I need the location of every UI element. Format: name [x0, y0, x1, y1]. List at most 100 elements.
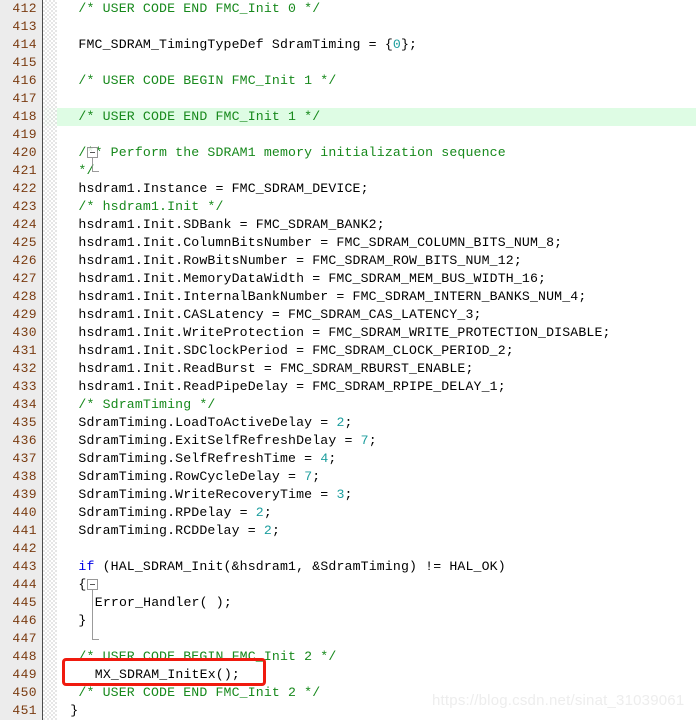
code-line[interactable]: /* USER CODE END FMC_Init 1 */	[78, 108, 320, 126]
code-token-plain: SdramTiming.RowCycleDelay =	[78, 469, 305, 484]
code-token-plain: (HAL_SDRAM_Init(&hsdram1, &SdramTiming) …	[94, 559, 506, 574]
code-line[interactable]: Error_Handler( );	[95, 594, 232, 612]
code-token-comment: /* USER CODE END FMC_Init 1 */	[78, 109, 321, 124]
code-line[interactable]: /* SdramTiming */	[78, 396, 215, 414]
code-token-plain: ;	[344, 415, 353, 430]
code-line[interactable]: hsdram1.Init.InternalBankNumber = FMC_SD…	[78, 288, 586, 306]
line-number: 441	[12, 523, 37, 538]
line-number: 442	[12, 541, 37, 556]
line-number: 413	[12, 19, 37, 34]
code-line[interactable]: hsdram1.Init.SDClockPeriod = FMC_SDRAM_C…	[78, 342, 513, 360]
code-token-plain: SdramTiming.ExitSelfRefreshDelay =	[78, 433, 361, 448]
code-line[interactable]: SdramTiming.RCDDelay = 2;	[78, 522, 280, 540]
line-number: 433	[12, 379, 37, 394]
code-line[interactable]: /* USER CODE END FMC_Init 0 */	[78, 0, 320, 18]
code-token-plain: ;	[312, 469, 321, 484]
code-token-comment: /* USER CODE END FMC_Init 2 */	[78, 685, 321, 700]
fold-collapse-icon[interactable]	[87, 147, 98, 158]
code-token-comment: /* USER CODE BEGIN FMC_Init 1 */	[78, 73, 337, 88]
fold-guide-line	[92, 158, 93, 171]
code-token-plain: FMC_SDRAM_TimingTypeDef SdramTiming = {	[78, 37, 393, 52]
code-line[interactable]: hsdram1.Init.SDBank = FMC_SDRAM_BANK2;	[78, 216, 384, 234]
code-line[interactable]: FMC_SDRAM_TimingTypeDef SdramTiming = {0…	[78, 36, 417, 54]
fold-end-tick	[92, 171, 99, 172]
code-line[interactable]: hsdram1.Init.MemoryDataWidth = FMC_SDRAM…	[78, 270, 546, 288]
line-number: 431	[12, 343, 37, 358]
line-number: 429	[12, 307, 37, 322]
annotation-highlight-box	[62, 658, 266, 686]
code-line[interactable]: hsdram1.Init.WriteProtection = FMC_SDRAM…	[78, 324, 610, 342]
code-line[interactable]: SdramTiming.RowCycleDelay = 7;	[78, 468, 320, 486]
watermark-text: https://blog.csdn.net/sinat_31039061	[432, 692, 685, 709]
line-number: 423	[12, 199, 37, 214]
code-token-keyword: if	[78, 559, 95, 574]
code-token-plain: hsdram1.Init.ReadBurst = FMC_SDRAM_RBURS…	[78, 361, 474, 376]
code-token-plain: hsdram1.Init.WriteProtection = FMC_SDRAM…	[78, 325, 611, 340]
code-token-plain: {	[78, 577, 87, 592]
code-token-plain: hsdram1.Init.RowBitsNumber = FMC_SDRAM_R…	[78, 253, 522, 268]
code-line[interactable]: SdramTiming.SelfRefreshTime = 4;	[78, 450, 336, 468]
code-line[interactable]: hsdram1.Init.ReadPipeDelay = FMC_SDRAM_R…	[78, 378, 505, 396]
code-content-area[interactable]: /* USER CODE END FMC_Init 0 */ FMC_SDRAM_…	[44, 0, 696, 720]
code-token-comment: /* hsdram1.Init */	[78, 199, 224, 214]
fold-guide-line	[92, 590, 93, 639]
code-line[interactable]: }	[78, 612, 86, 630]
code-token-plain: SdramTiming.LoadToActiveDelay =	[78, 415, 337, 430]
line-number: 419	[12, 127, 37, 142]
code-token-plain: hsdram1.Init.CASLatency = FMC_SDRAM_CAS_…	[78, 307, 482, 322]
line-number: 427	[12, 271, 37, 286]
code-token-plain: ;	[368, 433, 377, 448]
line-number: 412	[12, 1, 37, 16]
line-number: 438	[12, 469, 37, 484]
code-token-plain: ;	[328, 451, 337, 466]
fold-end-tick	[92, 639, 99, 640]
line-number: 426	[12, 253, 37, 268]
gutter-separator	[42, 0, 43, 720]
code-line[interactable]: SdramTiming.LoadToActiveDelay = 2;	[78, 414, 352, 432]
code-line[interactable]: /* USER CODE BEGIN FMC_Init 1 */	[78, 72, 336, 90]
code-line[interactable]: hsdram1.Init.ReadBurst = FMC_SDRAM_RBURS…	[78, 360, 473, 378]
code-folding-column[interactable]	[43, 0, 99, 720]
line-number: 448	[12, 649, 37, 664]
line-number: 437	[12, 451, 37, 466]
code-token-comment: /* USER CODE END FMC_Init 0 */	[78, 1, 321, 16]
code-token-plain: SdramTiming.RPDelay =	[78, 505, 256, 520]
line-number: 446	[12, 613, 37, 628]
line-number: 421	[12, 163, 37, 178]
line-number: 425	[12, 235, 37, 250]
code-line[interactable]: /* USER CODE END FMC_Init 2 */	[78, 684, 320, 702]
code-line[interactable]: SdramTiming.RPDelay = 2;	[78, 504, 272, 522]
line-number: 418	[12, 109, 37, 124]
code-token-plain: ;	[344, 487, 353, 502]
code-token-plain: hsdram1.Init.ColumnBitsNumber = FMC_SDRA…	[78, 235, 563, 250]
code-line[interactable]: }	[70, 702, 78, 720]
code-line[interactable]: /* hsdram1.Init */	[78, 198, 223, 216]
code-token-plain: SdramTiming.SelfRefreshTime =	[78, 451, 321, 466]
code-line[interactable]: SdramTiming.WriteRecoveryTime = 3;	[78, 486, 352, 504]
code-line[interactable]: if (HAL_SDRAM_Init(&hsdram1, &SdramTimin…	[78, 558, 505, 576]
code-token-plain: hsdram1.Init.SDClockPeriod = FMC_SDRAM_C…	[78, 343, 514, 358]
line-number: 436	[12, 433, 37, 448]
code-line[interactable]: hsdram1.Instance = FMC_SDRAM_DEVICE;	[78, 180, 368, 198]
code-line[interactable]: /** Perform the SDRAM1 memory initializa…	[78, 144, 505, 162]
code-token-number: 3	[336, 487, 345, 502]
code-line[interactable]: SdramTiming.ExitSelfRefreshDelay = 7;	[78, 432, 376, 450]
line-number: 422	[12, 181, 37, 196]
line-number: 420	[12, 145, 37, 160]
line-number: 414	[12, 37, 37, 52]
code-token-plain: };	[400, 37, 418, 52]
code-token-plain: hsdram1.Init.MemoryDataWidth = FMC_SDRAM…	[78, 271, 547, 286]
code-line[interactable]: hsdram1.Init.RowBitsNumber = FMC_SDRAM_R…	[78, 252, 522, 270]
code-editor[interactable]: 412 413 414 415 416 417 418 419 420 421 422 423 424 4…	[0, 0, 696, 720]
code-token-comment: /* SdramTiming */	[78, 397, 216, 412]
line-number: 449	[12, 667, 37, 682]
code-line[interactable]: hsdram1.Init.CASLatency = FMC_SDRAM_CAS_…	[78, 306, 481, 324]
fold-collapse-icon[interactable]	[87, 579, 98, 590]
code-line[interactable]: {	[78, 576, 86, 594]
code-token-plain: SdramTiming.RCDDelay =	[78, 523, 264, 538]
line-number: 432	[12, 361, 37, 376]
line-number: 451	[12, 703, 37, 718]
line-number: 435	[12, 415, 37, 430]
code-line[interactable]: hsdram1.Init.ColumnBitsNumber = FMC_SDRA…	[78, 234, 562, 252]
code-token-plain: ;	[263, 505, 272, 520]
